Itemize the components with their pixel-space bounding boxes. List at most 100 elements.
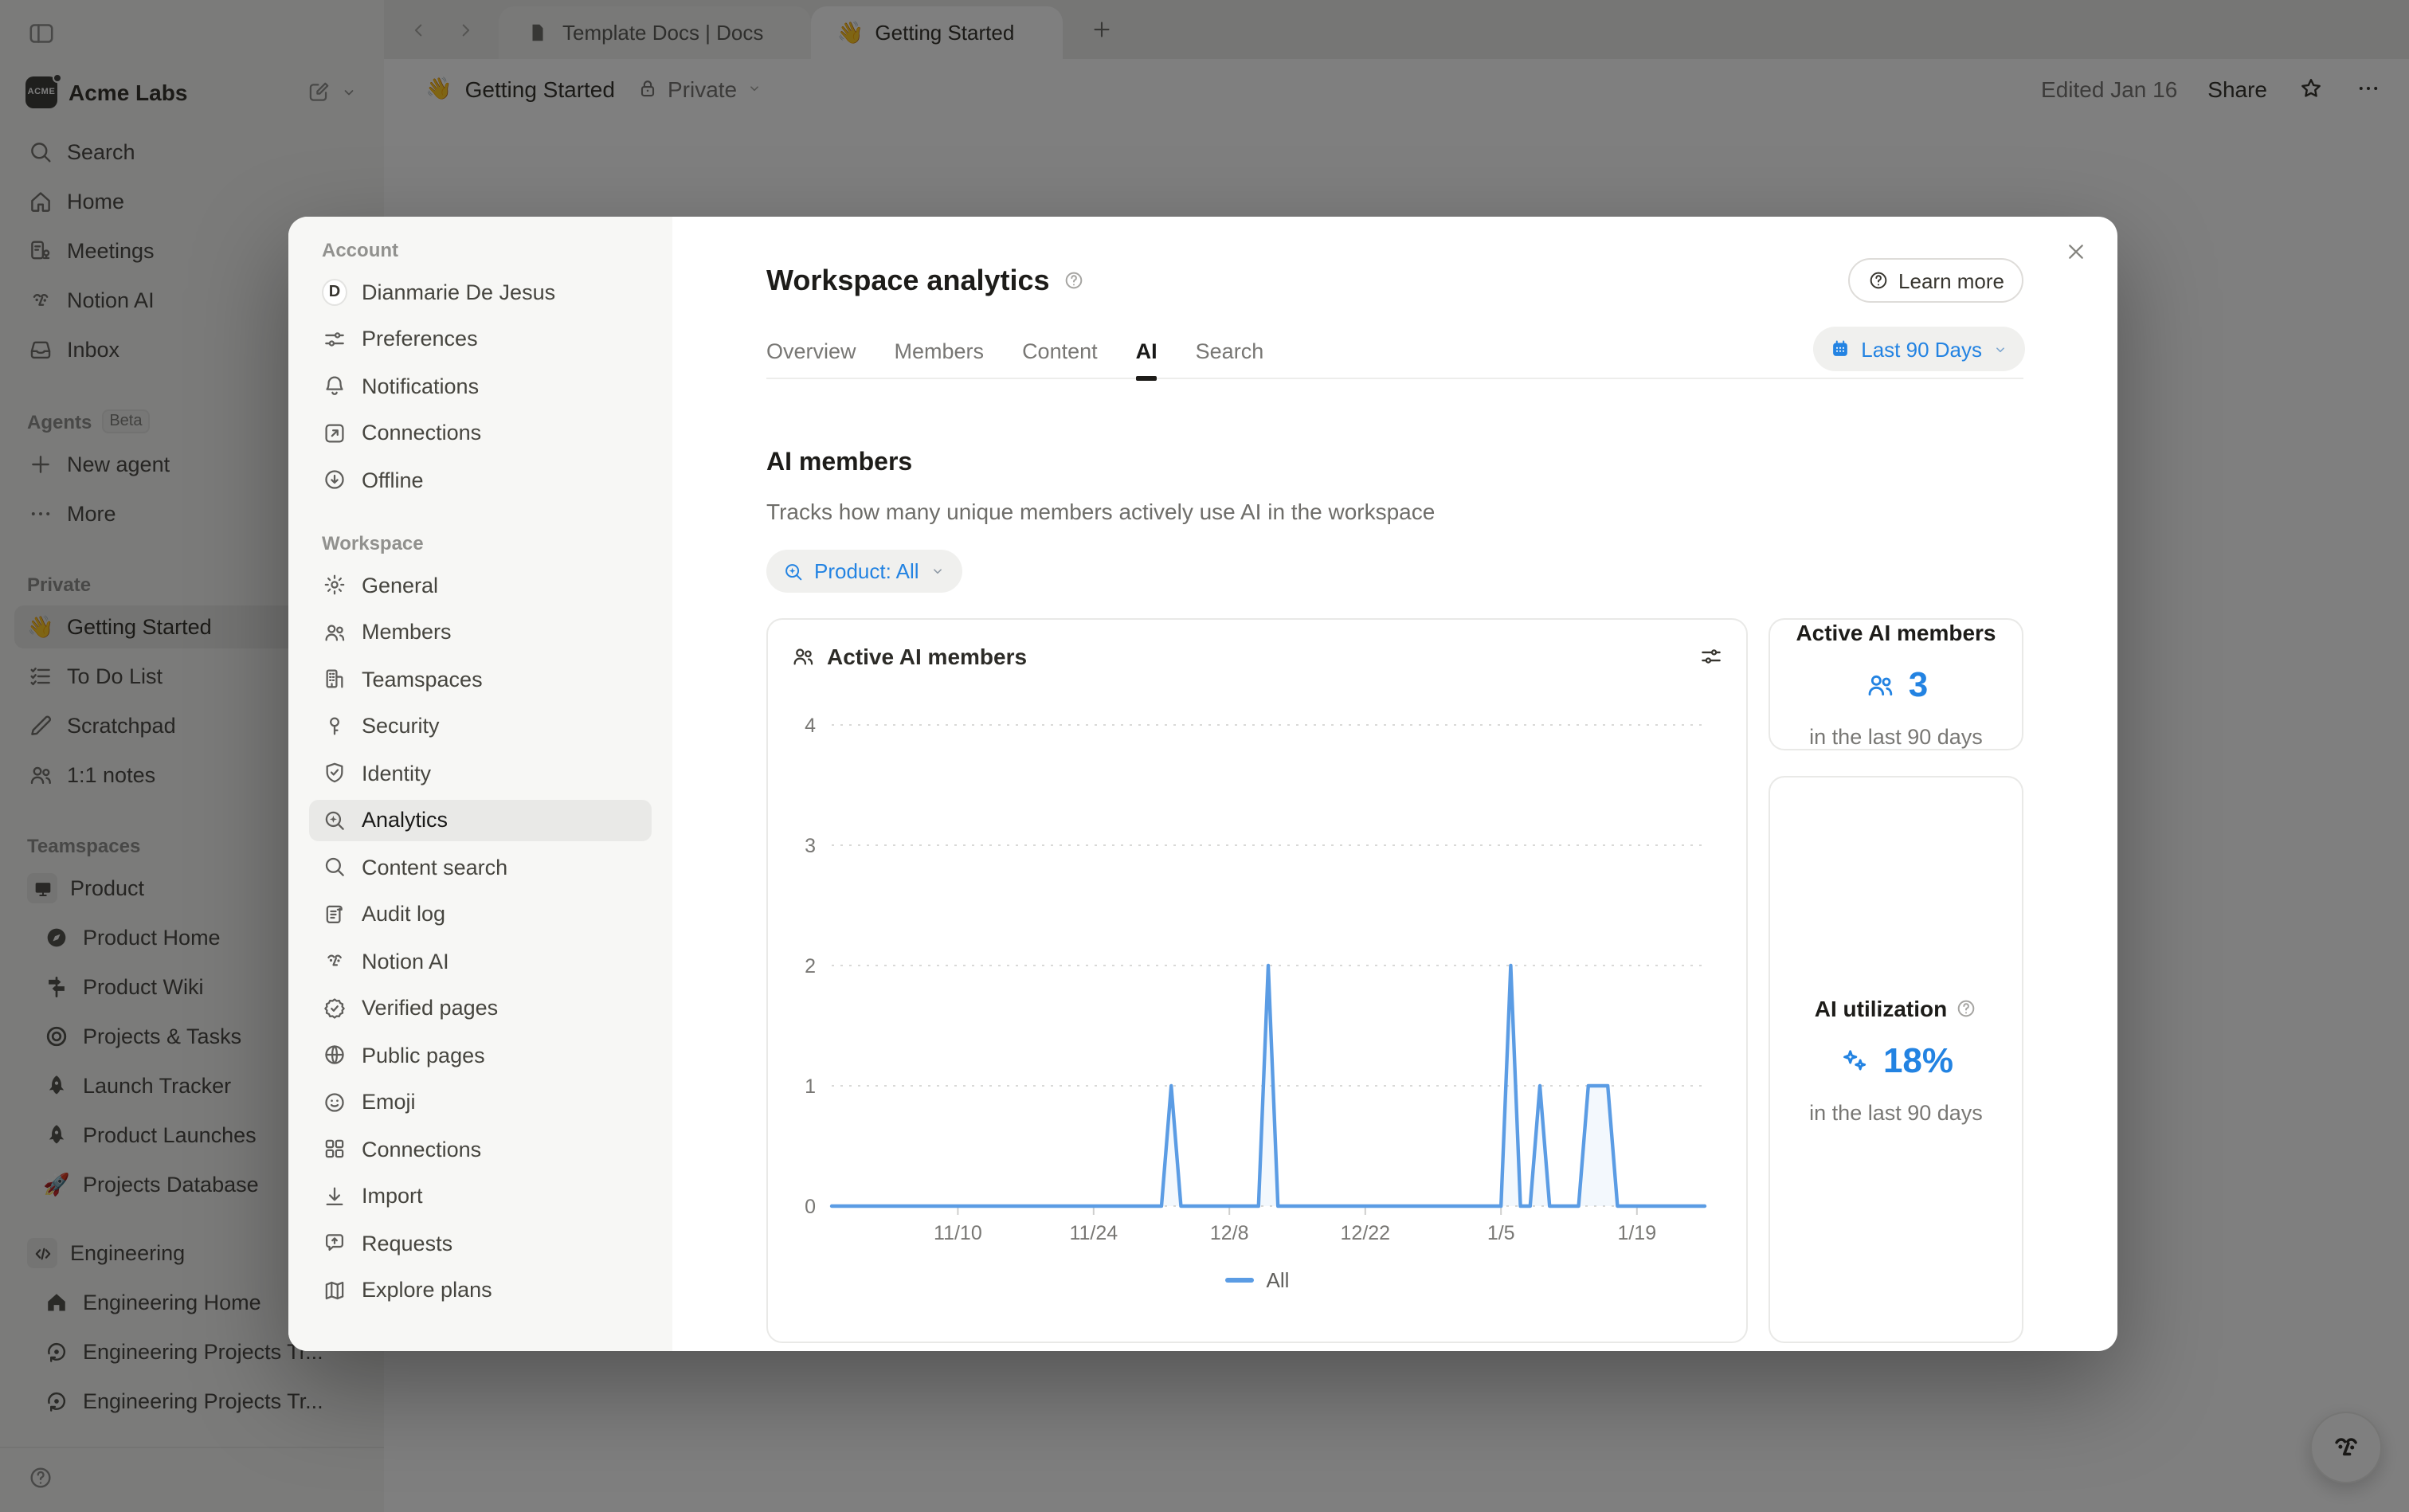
settings-nav-requests[interactable]: Requests: [309, 1222, 652, 1263]
chevron-down-icon: [1992, 340, 2009, 358]
chart-legend: All: [790, 1268, 1724, 1292]
settings-nav-preferences[interactable]: Preferences: [309, 318, 652, 359]
account-section-label: Account: [309, 239, 652, 261]
svg-text:4: 4: [805, 715, 816, 737]
map-icon: [322, 1277, 347, 1302]
settings-nav-notifications[interactable]: Notifications: [309, 365, 652, 406]
stat-cards: Active AI members 3 in the last 90 days …: [1769, 618, 2023, 1343]
people-icon: [790, 644, 816, 669]
settings-nav-content-search[interactable]: Content search: [309, 846, 652, 887]
analytics-content: Active AI members 0 1 2 3 4 11/10 11/24 12/8 12/…: [766, 618, 2023, 1343]
analytics-tab-ai[interactable]: AI: [1136, 339, 1157, 378]
settings-nav-connections[interactable]: Connections: [309, 1128, 652, 1169]
gear-icon: [322, 572, 347, 597]
svg-text:1/19: 1/19: [1617, 1222, 1656, 1244]
active-ai-members-chart: 0 1 2 3 4 11/10 11/24 12/8 12/22 1/5 1/19: [790, 688, 1727, 1249]
legend-swatch: [1225, 1278, 1254, 1283]
scroll-icon: [322, 901, 347, 926]
account-nav-items: D Dianmarie De Jesus Preferences Notific…: [309, 271, 652, 500]
analytics-header: Workspace analytics Learn more: [766, 258, 2023, 303]
svg-text:0: 0: [805, 1196, 816, 1218]
svg-text:11/10: 11/10: [934, 1222, 982, 1244]
analytics-tab-search[interactable]: Search: [1196, 339, 1264, 378]
avatar: D: [322, 278, 347, 305]
analytics-tab-overview[interactable]: Overview: [766, 339, 856, 378]
analytics-tab-items: Overview Members Content AI Search: [766, 339, 1263, 378]
ai-face-icon: [322, 948, 347, 973]
settings-nav-teamspaces[interactable]: Teamspaces: [309, 658, 652, 699]
learn-more-button[interactable]: Learn more: [1847, 258, 2023, 303]
settings-nav-connections[interactable]: Connections: [309, 412, 652, 453]
analytics-tabs: Overview Members Content AI Search Last …: [766, 336, 2023, 379]
analytics-panel: Workspace analytics Learn more Overview …: [672, 217, 2117, 1351]
svg-text:12/22: 12/22: [1341, 1222, 1391, 1244]
chevron-down-icon: [929, 562, 946, 580]
settings-nav-public-pages[interactable]: Public pages: [309, 1034, 652, 1075]
workspace-nav-items: General Members Teamspaces Security Iden…: [309, 564, 652, 1310]
stat-caption: in the last 90 days: [1809, 1100, 1983, 1124]
close-icon[interactable]: [2063, 239, 2089, 264]
down-circle-icon: [322, 467, 347, 492]
date-range-selector[interactable]: Last 90 Days: [1813, 327, 2025, 371]
analytics-icon: [322, 807, 347, 832]
svg-text:3: 3: [805, 835, 816, 857]
request-icon: [322, 1230, 347, 1255]
stat-caption: in the last 90 days: [1809, 725, 1983, 749]
svg-text:1: 1: [805, 1075, 816, 1098]
settings-nav-notion-ai[interactable]: Notion AI: [309, 940, 652, 981]
badge-check-icon: [322, 995, 347, 1020]
smiley-icon: [322, 1089, 347, 1114]
question-circle-icon: [1866, 269, 1889, 292]
title-help-icon[interactable]: [1063, 269, 1085, 292]
settings-nav-identity[interactable]: Identity: [309, 752, 652, 793]
people-icon: [322, 619, 347, 644]
chart-card-title: Active AI members: [827, 644, 1027, 669]
notion-app-window: ACME Acme Labs Search Home Meetings: [0, 0, 2409, 1512]
product-filter[interactable]: Product: All: [766, 550, 962, 593]
settings-nav-audit-log[interactable]: Audit log: [309, 893, 652, 934]
ai-members-heading: AI members: [766, 449, 2023, 478]
stat-value: 18%: [1883, 1040, 1953, 1081]
settings-nav-security[interactable]: Security: [309, 705, 652, 746]
grid-icon: [322, 1136, 347, 1161]
stat-value: 3: [1909, 664, 1929, 706]
analytics-tab-content[interactable]: Content: [1022, 339, 1098, 378]
settings-nav-offline[interactable]: Offline: [309, 459, 652, 500]
settings-nav-analytics[interactable]: Analytics: [309, 799, 652, 840]
chart-card-header: Active AI members: [790, 640, 1724, 672]
workspace-section-label: Workspace: [309, 532, 652, 554]
zoom-filter-icon: [782, 560, 805, 582]
settings-nav: Account D Dianmarie De Jesus Preferences…: [288, 217, 672, 1351]
download-icon: [322, 1183, 347, 1208]
building-icon: [322, 666, 347, 691]
calendar-icon: [1829, 338, 1851, 360]
settings-nav-members[interactable]: Members: [309, 611, 652, 652]
settings-nav-import[interactable]: Import: [309, 1175, 652, 1216]
help-icon[interactable]: [1955, 997, 1977, 1019]
analytics-title: Workspace analytics: [766, 264, 1085, 297]
analytics-tab-members[interactable]: Members: [895, 339, 985, 378]
active-ai-members-chart-card: Active AI members 0 1 2 3 4 11/10 11/24 12/8 12/…: [766, 618, 1748, 1343]
settings-nav-explore-plans[interactable]: Explore plans: [309, 1269, 652, 1310]
external-icon: [322, 420, 347, 445]
shield-check-icon: [322, 760, 347, 785]
sliders-icon: [322, 326, 347, 351]
settings-nav-general[interactable]: General: [309, 564, 652, 605]
people-icon: [1864, 669, 1896, 701]
svg-text:11/24: 11/24: [1069, 1222, 1118, 1244]
settings-nav-verified-pages[interactable]: Verified pages: [309, 987, 652, 1028]
ai-members-description: Tracks how many unique members actively …: [766, 499, 2023, 524]
bell-icon: [322, 373, 347, 398]
item-icon: D: [322, 279, 347, 304]
svg-text:12/8: 12/8: [1210, 1222, 1249, 1244]
svg-text:1/5: 1/5: [1487, 1222, 1515, 1244]
search-icon: [322, 854, 347, 879]
sparkles-icon: [1839, 1044, 1870, 1076]
settings-nav-emoji[interactable]: Emoji: [309, 1081, 652, 1122]
chart-settings-icon[interactable]: [1698, 644, 1724, 669]
settings-nav-dianmarie-de-jesus[interactable]: D Dianmarie De Jesus: [309, 271, 652, 312]
settings-modal: Account D Dianmarie De Jesus Preferences…: [288, 217, 2117, 1351]
key-icon: [322, 713, 347, 738]
svg-text:2: 2: [805, 955, 816, 977]
globe-icon: [322, 1042, 347, 1067]
